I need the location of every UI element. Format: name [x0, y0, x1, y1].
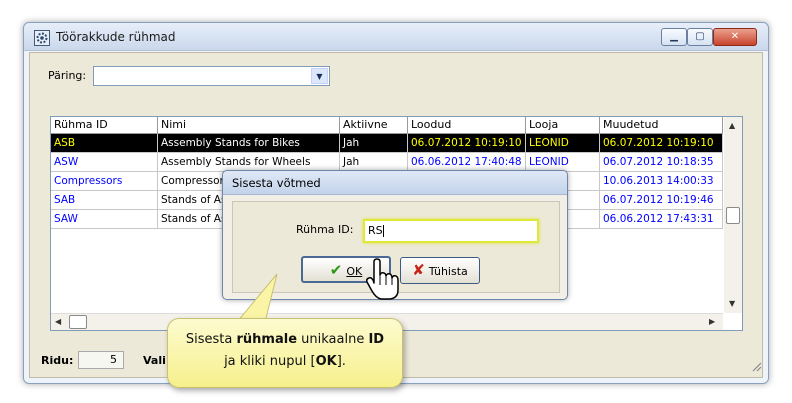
vertical-scroll-thumb[interactable]: [726, 207, 740, 224]
query-combo[interactable]: ▼: [93, 66, 330, 86]
group-id-input[interactable]: RS: [363, 219, 539, 243]
scroll-up-icon[interactable]: ▲: [729, 121, 735, 130]
header-cell[interactable]: Looja: [526, 117, 600, 134]
chevron-down-icon[interactable]: ▼: [311, 68, 328, 84]
checkmark-icon: ✔: [329, 261, 343, 279]
scroll-down-icon[interactable]: ▼: [729, 299, 735, 308]
hint-callout: Sisesta rühmale unikaalne ID ja kliki nu…: [167, 318, 403, 388]
table-cell[interactable]: 06.06.2012 17:43:31: [600, 210, 723, 229]
callout-part: rühmale: [236, 332, 298, 347]
rows-label: Ridu:: [41, 354, 74, 367]
callout-pointer: [235, 273, 278, 323]
cross-icon: ✘: [412, 261, 425, 279]
scroll-left-icon[interactable]: ◀: [55, 317, 61, 326]
header-cell[interactable]: Aktiivne: [340, 117, 408, 134]
callout-part: ID: [368, 332, 385, 347]
callout-part: unikaalne: [297, 332, 369, 347]
callout-text: Sisesta rühmale unikaalne ID ja kliki nu…: [168, 329, 402, 373]
table-cell[interactable]: Jah: [340, 134, 408, 153]
group-id-value: RS: [368, 224, 383, 237]
table-cell[interactable]: 10.06.2013 14:00:33: [600, 172, 723, 191]
resize-grip-icon[interactable]: [750, 360, 762, 372]
table-cell[interactable]: 06.07.2012 10:18:35: [600, 153, 723, 172]
callout-line-1: Sisesta rühmale unikaalne ID: [168, 329, 402, 351]
close-icon: ✕: [730, 31, 740, 42]
hand-cursor-icon: [366, 258, 399, 300]
status-right-label: Vali: [143, 354, 166, 367]
table-cell[interactable]: SAW: [51, 210, 158, 229]
table-cell[interactable]: ASW: [51, 153, 158, 172]
group-id-label: Rühma ID:: [296, 223, 354, 236]
callout-line-2: ja kliki nupul [OK].: [168, 351, 402, 373]
header-cell[interactable]: Rühma ID: [51, 117, 158, 134]
column-muudetud: Muudetud 06.07.2012 10:19:10 06.07.2012 …: [600, 117, 723, 231]
maximize-button[interactable]: ▢: [687, 28, 713, 46]
vertical-scrollbar[interactable]: ▲ ▼: [724, 117, 742, 313]
cancel-label: Tühista: [428, 265, 468, 278]
minimize-icon: ▁: [670, 31, 678, 42]
horizontal-scroll-thumb[interactable]: [69, 315, 87, 329]
callout-part: OK: [315, 354, 337, 369]
callout-part: Sisesta: [185, 332, 237, 347]
app-gear-icon: [34, 30, 50, 46]
rows-count: 5: [78, 351, 124, 369]
header-cell[interactable]: Loodud: [408, 117, 526, 134]
window-title: Töörakkude rühmad: [56, 30, 176, 44]
ok-label: OK: [346, 265, 363, 278]
table-cell[interactable]: LEONID: [526, 134, 600, 153]
header-cell[interactable]: Muudetud: [600, 117, 723, 134]
maximize-icon: ▢: [695, 31, 705, 42]
close-button[interactable]: ✕: [713, 28, 757, 46]
table-cell[interactable]: 06.07.2012 10:19:46: [600, 191, 723, 210]
dialog-title: Sisesta võtmed: [223, 171, 567, 195]
text-caret: [382, 225, 384, 237]
callout-part: ja kliki nupul [: [224, 354, 316, 369]
query-label: Päring:: [48, 69, 87, 82]
minimize-button[interactable]: ▁: [661, 28, 687, 46]
cancel-button[interactable]: ✘ Tühista: [400, 257, 480, 284]
scroll-right-icon[interactable]: ▶: [709, 317, 715, 326]
table-cell[interactable]: 06.07.2012 10:19:10: [408, 134, 526, 153]
table-cell[interactable]: Assembly Stands for Bikes: [158, 134, 340, 153]
callout-part: ].: [336, 354, 346, 369]
column-rühma-id: Rühma ID ASB ASW Compressors SAB SAW: [51, 117, 158, 231]
table-cell[interactable]: ASB: [51, 134, 158, 153]
table-cell[interactable]: Compressors: [51, 172, 158, 191]
table-cell[interactable]: SAB: [51, 191, 158, 210]
title-bar: Töörakkude rühmad ▁ ▢ ✕: [24, 23, 768, 51]
table-cell[interactable]: 06.07.2012 10:19:10: [600, 134, 723, 153]
header-cell[interactable]: Nimi: [158, 117, 340, 134]
